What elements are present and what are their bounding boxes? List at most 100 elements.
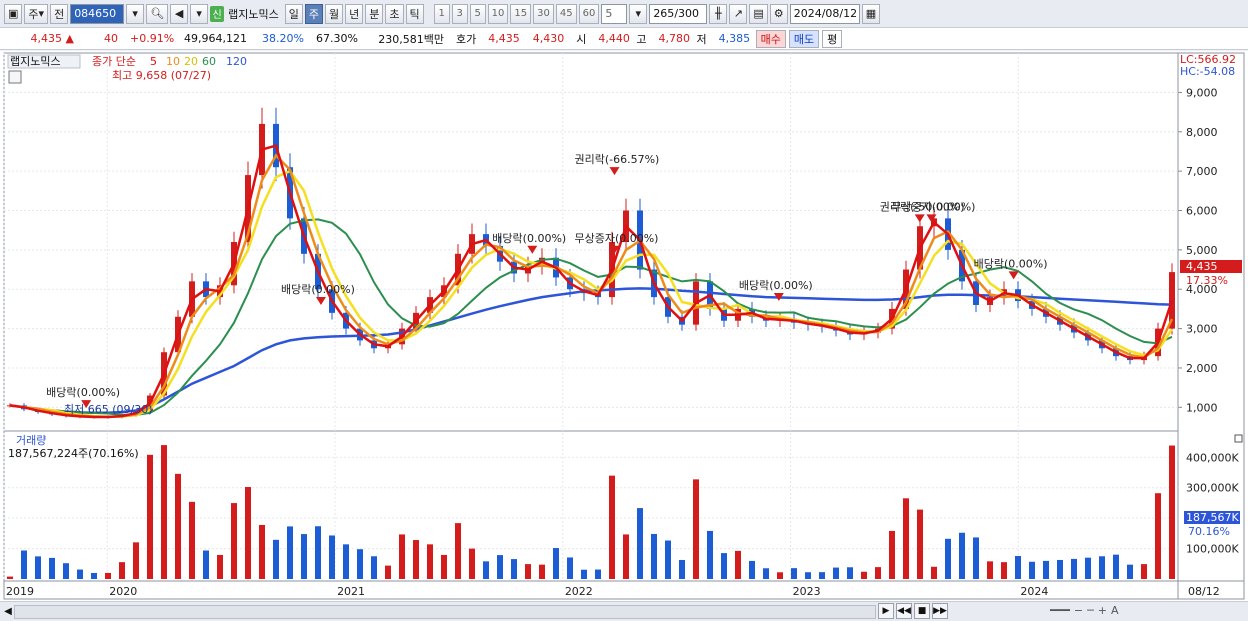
scroll-right-icon[interactable]: ▶ (878, 603, 894, 619)
event-label: 배당락(0.00%) (492, 232, 566, 245)
volume-bar (287, 526, 293, 579)
bid-label: 호가 (456, 32, 477, 46)
price-tick-label: 8,000 (1186, 126, 1218, 139)
volume-bar (959, 532, 965, 579)
window-icon[interactable]: ▣ (4, 3, 23, 24)
period-type-select[interactable]: 주 ▾ (24, 3, 49, 24)
event-label: 배당락(0.00%) (739, 279, 813, 292)
current-price: 4,435 ▲ (30, 32, 74, 45)
price-tick-label: 9,000 (1186, 86, 1218, 99)
event-label: 배당락(0.00%) (281, 283, 355, 296)
legend-ma120: 120 (226, 55, 247, 68)
volume-bar (21, 550, 27, 579)
candle-icon[interactable]: ╫ (709, 3, 728, 24)
legend-ma20: 20 (184, 55, 198, 68)
volume-bar (329, 535, 335, 579)
rewind-icon[interactable]: ◀◀ (896, 603, 912, 619)
price-chart[interactable]: 배당락(0.00%) 배당락(0.00%) 권리락(-66.57%) 배당락(0.00… (0, 51, 1248, 601)
tab-month[interactable]: 월 (325, 3, 344, 24)
volume-bar (1071, 558, 1077, 579)
volume-bar (77, 569, 83, 579)
volume-bar (469, 548, 475, 579)
tab-year[interactable]: 년 (345, 3, 364, 24)
zoom-slider[interactable]: ━━━ (1050, 604, 1070, 617)
tab-tick[interactable]: 틱 (405, 3, 424, 24)
bid-price: 4,430 (532, 32, 565, 45)
volume-tick-label: 400,000K (1186, 451, 1239, 464)
prev-button[interactable]: 전 (50, 3, 69, 24)
volume-bar (413, 540, 419, 579)
chart-area[interactable]: 배당락(0.00%) 배당락(0.00%) 권리락(-66.57%) 배당락(0.00… (0, 51, 1248, 601)
interval-dropdown-button[interactable]: ▾ (629, 3, 648, 24)
horizontal-scrollbar[interactable] (14, 605, 876, 619)
high-label: 고 (636, 32, 647, 46)
calculator-icon[interactable] (8, 70, 22, 84)
volume-bar (483, 561, 489, 579)
current-pct-axis-label: 17.33% (1186, 274, 1228, 287)
close-icon[interactable] (1234, 434, 1243, 443)
volume-bar (693, 479, 699, 579)
volume-bar (245, 487, 251, 579)
volume-bar (917, 509, 923, 579)
volume-bar (567, 557, 573, 579)
interval-3[interactable]: 3 (451, 3, 468, 24)
draw-tool-icon[interactable]: ↗ (729, 3, 748, 24)
date-input[interactable]: 2024/08/12 (789, 3, 860, 24)
interval-5[interactable]: 5 (469, 3, 486, 24)
interval-10[interactable]: 10 (487, 3, 509, 24)
tab-day[interactable]: 일 (284, 3, 303, 24)
zoom-in-icon[interactable]: + (1098, 604, 1107, 617)
search-icon[interactable]: 🔍︎ (146, 3, 169, 24)
tab-minute[interactable]: 분 (365, 3, 384, 24)
speaker-dropdown-button[interactable]: ▾ (190, 3, 209, 24)
volume-bar (385, 565, 391, 579)
volume-bar (1085, 557, 1091, 579)
count-total: /300 (674, 7, 700, 20)
gear-icon[interactable]: ⚙ (769, 3, 788, 24)
year-tick-label: 2020 (109, 585, 137, 598)
save-icon[interactable]: ▤ (749, 3, 768, 24)
interval-45[interactable]: 45 (555, 3, 577, 24)
buy-button[interactable]: 매수 (755, 29, 786, 48)
volume-bar (987, 561, 993, 579)
event-label: 배당락(0.00%) (46, 386, 120, 399)
volume-bar (847, 567, 853, 579)
volume-bar (931, 566, 937, 579)
volume-bar (735, 550, 741, 579)
code-dropdown-button[interactable]: ▾ (126, 3, 145, 24)
stock-code-input[interactable]: 084650 (70, 3, 125, 24)
open-label: 시 (576, 32, 587, 46)
volume-bar (637, 508, 643, 579)
price-tick-label: 7,000 (1186, 165, 1218, 178)
tab-week[interactable]: 주 (304, 3, 324, 24)
sell-button[interactable]: 매도 (788, 29, 820, 48)
auto-scale-icon[interactable]: A (1111, 604, 1119, 617)
tab-second[interactable]: 초 (385, 3, 404, 24)
year-tick-label: 2019 (6, 585, 34, 598)
hc-label: HC:-54.08 (1180, 65, 1235, 78)
volume-bar (441, 554, 447, 579)
flat-button[interactable]: 평 (822, 29, 843, 48)
interval-input[interactable]: 5 (601, 3, 628, 24)
scroll-left-icon[interactable]: ◀ (2, 604, 14, 618)
interval-30[interactable]: 30 (533, 3, 554, 24)
count-input[interactable]: 265/300 (649, 3, 708, 24)
interval-15[interactable]: 15 (510, 3, 532, 24)
legend-stock-name[interactable]: 랩지노믹스 (10, 55, 61, 68)
volume-bar (665, 540, 671, 579)
stop-icon[interactable]: ■ (914, 603, 930, 619)
fast-forward-icon[interactable]: ▶▶ (932, 603, 948, 619)
speaker-icon[interactable]: ◀︎ (170, 3, 189, 24)
volume-bar (119, 562, 125, 579)
volume-bar (791, 568, 797, 579)
volume-bar (1099, 556, 1105, 579)
volume-bar (175, 473, 181, 579)
interval-60[interactable]: 60 (578, 3, 600, 24)
volume-bar (749, 560, 755, 579)
zoom-out-icon[interactable]: − (1074, 604, 1083, 617)
zoom-reset-icon[interactable]: ─ (1087, 604, 1094, 617)
toolbar: ▣ 주 ▾ 전 084650 ▾ 🔍︎ ◀︎ ▾ 신 랩지노믹스 일 주 월 년 … (0, 0, 1248, 28)
calendar-icon[interactable]: ▦ (861, 3, 881, 24)
volume-bar (553, 548, 559, 579)
interval-1[interactable]: 1 (433, 3, 450, 24)
